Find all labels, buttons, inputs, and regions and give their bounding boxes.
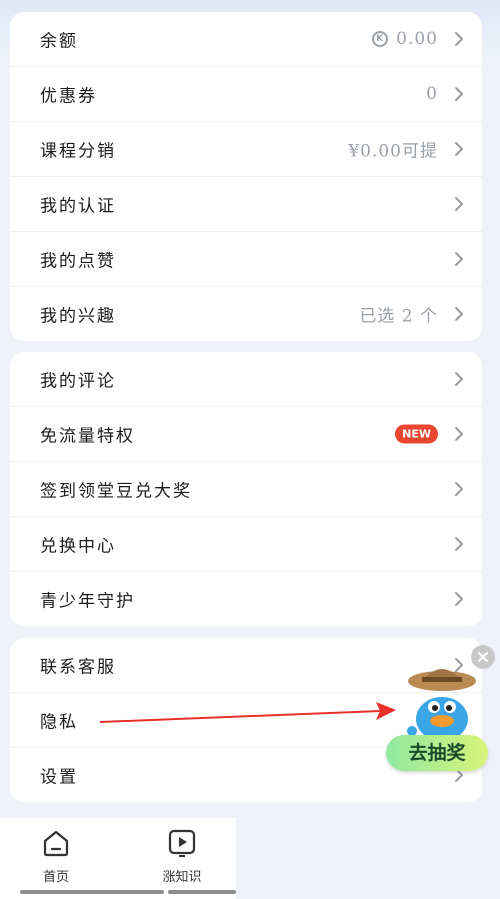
bottom-tab-bar: 首页 涨知识	[0, 818, 236, 899]
chevron-right-icon	[455, 252, 463, 266]
menu-item-label: 免流量特权	[40, 426, 135, 447]
tab-knowledge-label: 涨知识	[162, 870, 202, 885]
menu-item-value: K 0.00	[372, 29, 438, 49]
menu-item-label: 兑换中心	[40, 536, 116, 557]
close-ad-button[interactable]	[471, 645, 495, 669]
chevron-right-icon	[455, 537, 463, 551]
menu-item-label: 余额	[40, 31, 78, 52]
menu-item-value-text: ¥0.00可提	[348, 141, 438, 162]
tab-knowledge[interactable]: 涨知识	[132, 828, 232, 885]
new-badge: NEW	[395, 424, 438, 444]
menu-item-label: 签到领堂豆兑大奖	[40, 481, 192, 502]
features-card: 我的评论免流量特权 NEW 签到领堂豆兑大奖 兑换中心青少年守护	[10, 352, 482, 626]
chevron-right-icon	[455, 482, 463, 496]
menu-item-value-text: 已选 2 个	[359, 306, 438, 327]
menu-item-label: 我的兴趣	[40, 306, 116, 327]
coin-icon: K	[372, 31, 389, 47]
menu-item-label: 青少年守护	[40, 591, 135, 612]
red-arrow-annotation	[99, 702, 396, 723]
menu-item-youth-protection[interactable]: 青少年守护	[10, 572, 482, 626]
menu-item-label: 课程分销	[40, 141, 116, 162]
lottery-button[interactable]: 去抽奖	[386, 735, 488, 771]
tab-indicator	[168, 890, 236, 894]
chevron-right-icon	[455, 32, 463, 46]
menu-item-value: ¥0.00可提	[348, 137, 438, 162]
menu-item-value: 已选 2 个	[359, 302, 438, 327]
menu-item-course-distribution[interactable]: 课程分销 ¥0.00可提	[10, 122, 482, 177]
menu-item-my-interests[interactable]: 我的兴趣 已选 2 个	[10, 287, 482, 341]
account-card: 余额 K 0.00 优惠券 0 课程分销 ¥0.00可提我的认证我的点赞我的兴趣 已选 2 个	[10, 12, 482, 341]
menu-item-value-text: 0.00	[396, 29, 438, 49]
play-icon	[168, 829, 196, 857]
tab-home[interactable]: 首页	[6, 828, 106, 885]
menu-item-balance[interactable]: 余额 K 0.00	[10, 12, 482, 67]
menu-item-label: 联系客服	[40, 657, 116, 678]
menu-item-my-comments[interactable]: 我的评论	[10, 352, 482, 407]
menu-item-label: 隐私	[40, 712, 78, 733]
chevron-right-icon	[455, 307, 463, 321]
menu-item-value-text: 0	[426, 84, 438, 104]
menu-item-value: 0	[426, 84, 438, 104]
chevron-right-icon	[455, 372, 463, 386]
menu-item-coupons[interactable]: 优惠券 0	[10, 67, 482, 122]
menu-item-label: 我的点赞	[40, 251, 116, 272]
tab-home-label: 首页	[42, 870, 69, 885]
menu-item-exchange-center[interactable]: 兑换中心	[10, 517, 482, 572]
menu-item-label: 优惠券	[40, 86, 97, 107]
menu-item-free-data-privilege[interactable]: 免流量特权 NEW	[10, 407, 482, 462]
menu-item-my-likes[interactable]: 我的点赞	[10, 232, 482, 287]
chevron-right-icon	[455, 142, 463, 156]
chevron-right-icon	[455, 87, 463, 101]
menu-item-label: 设置	[40, 767, 78, 788]
chevron-right-icon	[455, 592, 463, 606]
menu-item-my-certification[interactable]: 我的认证	[10, 177, 482, 232]
menu-item-label: 我的认证	[40, 196, 116, 217]
chevron-right-icon	[455, 427, 463, 441]
duck-mascot-icon	[407, 669, 476, 741]
tab-indicator	[20, 890, 164, 894]
close-icon	[477, 651, 489, 663]
home-icon	[43, 830, 69, 857]
menu-item-checkin-rewards[interactable]: 签到领堂豆兑大奖	[10, 462, 482, 517]
lottery-float-ad[interactable]: 去抽奖	[380, 645, 495, 775]
menu-item-label: 我的评论	[40, 371, 116, 392]
chevron-right-icon	[455, 197, 463, 211]
